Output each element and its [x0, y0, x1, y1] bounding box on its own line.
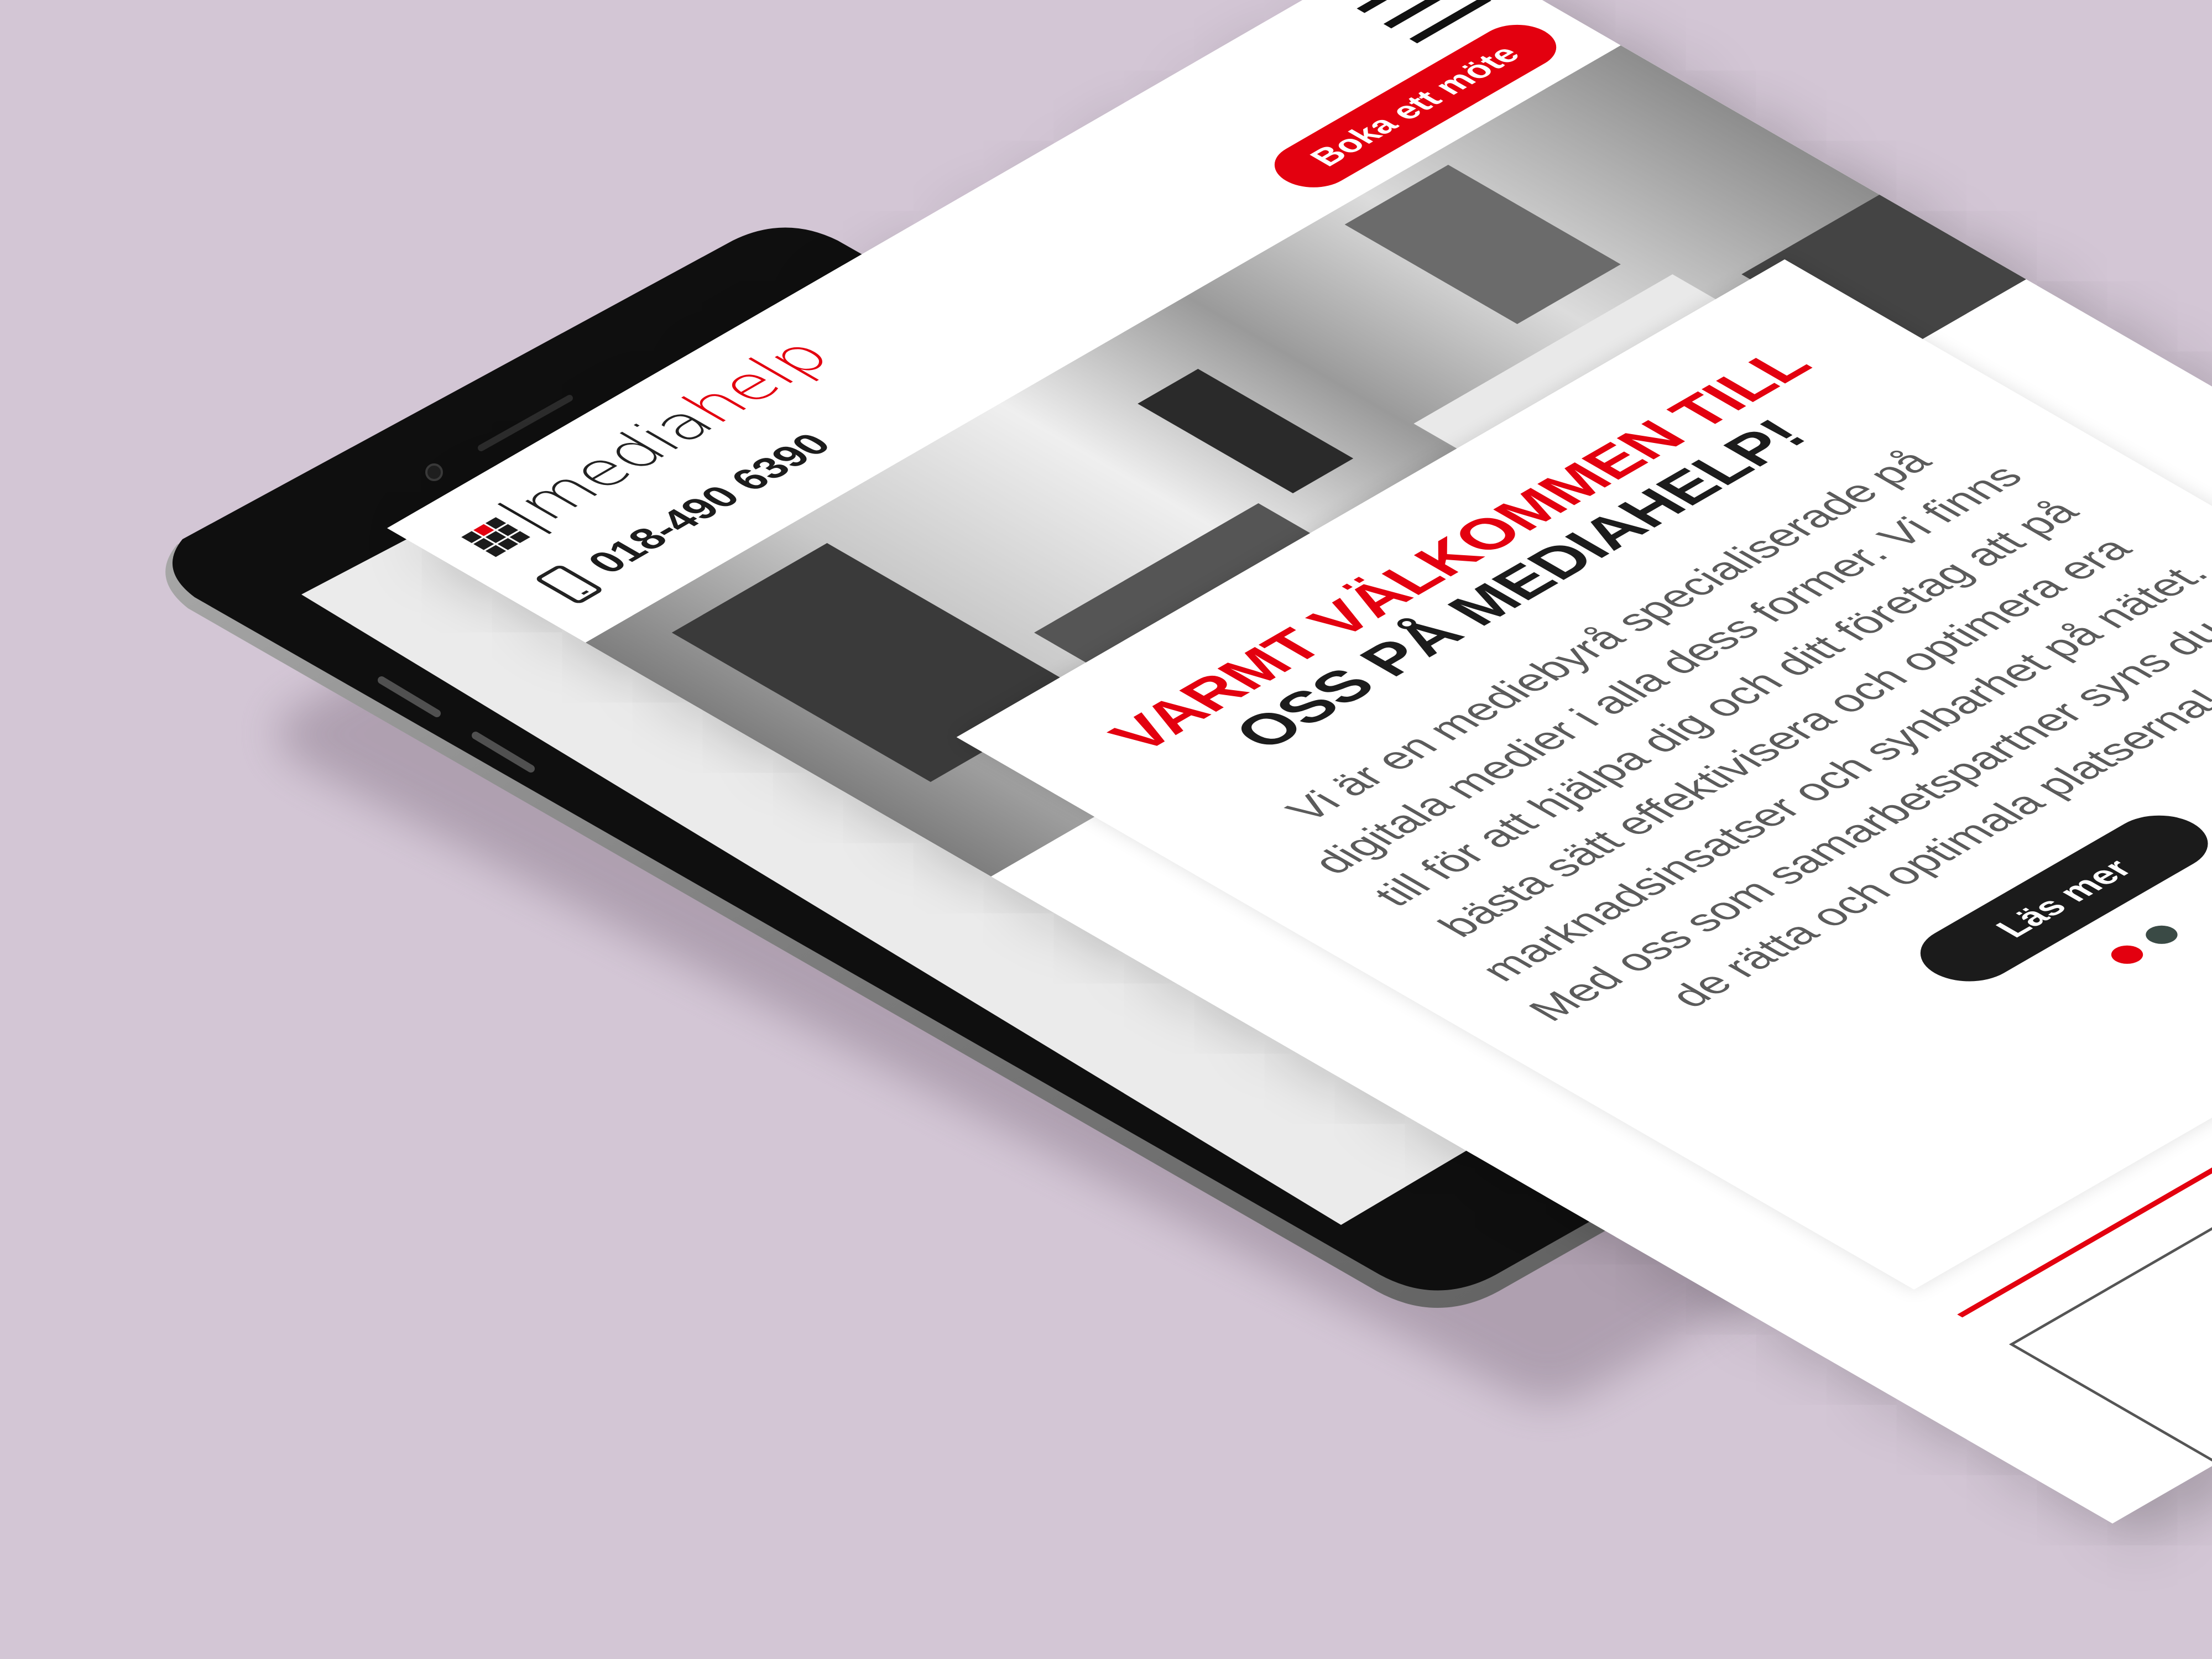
- hamburger-menu-icon[interactable]: [1357, 0, 1491, 44]
- grid-logo-icon: [461, 517, 530, 557]
- front-camera: [425, 463, 443, 481]
- carousel-dot[interactable]: [2139, 922, 2184, 948]
- mockup-stage: mediahelp 018-490 6390 Boka ett möte VAR…: [0, 0, 2212, 1659]
- photo-shape: [1344, 165, 1621, 324]
- carousel-dot-active[interactable]: [2105, 942, 2150, 968]
- mediahelp-logo[interactable]: mediahelp: [444, 330, 847, 562]
- photo-shape: [1138, 369, 1354, 493]
- mobile-phone-icon: [534, 564, 605, 605]
